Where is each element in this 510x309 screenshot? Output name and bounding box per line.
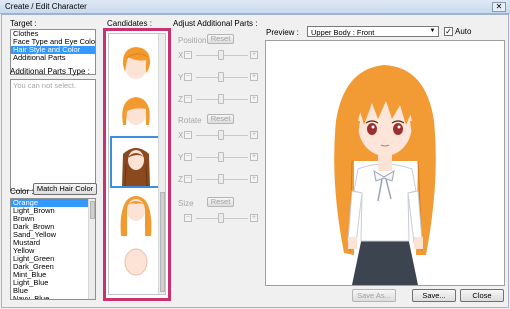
additional-parts-type-list[interactable]: You can not select.	[10, 79, 96, 191]
position-thumb[interactable]	[218, 72, 224, 82]
size-slider[interactable]: − +	[184, 212, 260, 224]
candidates-label: Candidates :	[107, 19, 152, 28]
candidates-scroll-thumb[interactable]	[160, 192, 165, 292]
color-items: Orange Light_Brown Brown Dark_Brown Sand_Yel…	[11, 199, 95, 300]
target-item[interactable]: Additional Parts	[11, 54, 95, 62]
additional-parts-type-label: Additional Parts Type :	[10, 67, 90, 76]
rotate-slider[interactable]: − +	[184, 173, 260, 185]
position-slider[interactable]: − +	[184, 49, 260, 61]
candidates-list[interactable]	[108, 33, 166, 295]
dialog-body: Target : Clothes Face Type and Eye Color H…	[1, 14, 509, 308]
target-label: Target :	[10, 19, 37, 28]
chevron-down-icon: ▼	[429, 28, 436, 34]
position-minus-button[interactable]: −	[184, 95, 192, 103]
save-button[interactable]: Save...	[412, 289, 456, 302]
position-slider[interactable]: − +	[184, 93, 260, 105]
color-list-scroll-thumb[interactable]	[90, 201, 95, 219]
rotate-minus-button[interactable]: −	[184, 153, 192, 161]
rotate-thumb[interactable]	[218, 174, 224, 184]
position-plus-button[interactable]: +	[250, 51, 258, 59]
rotate-plus-button[interactable]: +	[250, 131, 258, 139]
preview-label: Preview :	[266, 28, 299, 37]
rotate-slider[interactable]: − +	[184, 129, 260, 141]
size-reset-button[interactable]: Reset	[207, 197, 234, 207]
color-item[interactable]: Navy_Blue	[11, 295, 89, 300]
candidate-twin-tail-orange-hair[interactable]	[113, 190, 159, 236]
size-label: Size	[178, 199, 194, 208]
auto-label: Auto	[455, 27, 472, 36]
candidate-bob-orange-hair[interactable]	[113, 89, 159, 135]
rotate-plus-button[interactable]: +	[250, 153, 258, 161]
color-list-scrollbar[interactable]	[88, 199, 95, 299]
close-button[interactable]: Close	[460, 289, 504, 302]
window-title: Create / Edit Character	[5, 2, 87, 11]
color-list[interactable]: Orange Light_Brown Brown Dark_Brown Sand_Yel…	[10, 198, 96, 300]
title-bar: Create / Edit Character ✕	[0, 0, 510, 14]
candidate-long-orange-hair[interactable]	[113, 140, 159, 186]
position-minus-button[interactable]: −	[184, 73, 192, 81]
position-thumb[interactable]	[218, 94, 224, 104]
position-plus-button[interactable]: +	[250, 73, 258, 81]
position-plus-button[interactable]: +	[250, 95, 258, 103]
rotate-minus-button[interactable]: −	[184, 175, 192, 183]
size-plus-button[interactable]: +	[250, 214, 258, 222]
preview-view-value: Upper Body : Front	[311, 28, 375, 37]
rotate-thumb[interactable]	[218, 130, 224, 140]
match-hair-color-button[interactable]: Match Hair Color	[33, 183, 97, 195]
rotate-minus-button[interactable]: −	[184, 131, 192, 139]
auto-checkbox[interactable]: ✓	[444, 27, 453, 36]
position-thumb[interactable]	[218, 50, 224, 60]
preview-view-select[interactable]: Upper Body : Front ▼	[307, 26, 439, 37]
candidate-bald-head[interactable]	[113, 240, 159, 286]
position-minus-button[interactable]: −	[184, 51, 192, 59]
candidates-scrollbar[interactable]	[158, 34, 165, 294]
rotate-slider[interactable]: − +	[184, 151, 260, 163]
candidates-panel	[103, 28, 171, 301]
rotate-plus-button[interactable]: +	[250, 175, 258, 183]
character-preview	[334, 65, 436, 285]
close-window-button[interactable]: ✕	[492, 2, 506, 12]
size-minus-button[interactable]: −	[184, 214, 192, 222]
position-slider[interactable]: − +	[184, 71, 260, 83]
size-thumb[interactable]	[218, 213, 224, 223]
no-selection-message: You can not select.	[13, 81, 77, 90]
position-label: Position	[178, 36, 207, 45]
rotate-label: Rotate	[178, 116, 202, 125]
preview-canvas[interactable]	[265, 40, 505, 286]
adjust-additional-parts-label: Adjust Additional Parts :	[173, 19, 258, 28]
candidate-short-orange-hair[interactable]	[113, 40, 159, 86]
position-reset-button[interactable]: Reset	[207, 34, 234, 44]
rotate-reset-button[interactable]: Reset	[207, 114, 234, 124]
rotate-thumb[interactable]	[218, 152, 224, 162]
save-as-button[interactable]: Save As...	[352, 289, 396, 302]
color-label: Color :	[10, 187, 34, 196]
